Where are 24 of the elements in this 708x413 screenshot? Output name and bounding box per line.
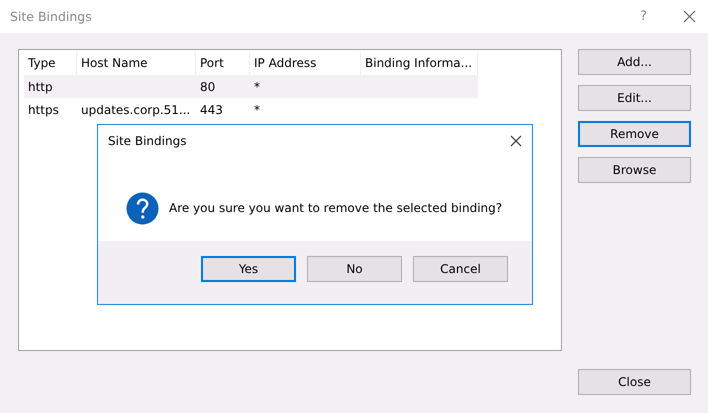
confirm-message: Are you sure you want to remove the selected binding? xyxy=(169,201,502,215)
dialog-title: Site Bindings xyxy=(108,134,186,148)
close-button[interactable]: Close xyxy=(578,369,691,395)
table-cell-text: 443 xyxy=(199,102,224,116)
window-title: Site Bindings xyxy=(10,9,93,24)
dialog-button[interactable]: Yes xyxy=(201,256,296,282)
action-button[interactable]: Browse xyxy=(578,157,691,183)
action-button[interactable]: Add... xyxy=(578,49,691,75)
binding-row[interactable]: http 80 * xyxy=(24,75,478,98)
dialog-button[interactable]: Cancel xyxy=(413,256,508,282)
table-cell-text: * xyxy=(253,80,261,94)
table-cell-text: 80 xyxy=(199,80,216,94)
table-cell-text: updates.corp.51... xyxy=(80,102,192,116)
table-cell-text: https xyxy=(27,102,60,116)
close-icon[interactable] xyxy=(510,135,522,147)
table-cell-text: http xyxy=(27,80,54,94)
help-button[interactable]: ? xyxy=(640,9,647,24)
question-icon xyxy=(126,192,159,224)
table-cell-text: * xyxy=(253,102,261,116)
action-button[interactable]: Edit... xyxy=(578,85,691,111)
action-button[interactable]: Remove xyxy=(578,121,691,147)
dialog-button[interactable]: No xyxy=(307,256,402,282)
close-icon[interactable] xyxy=(683,10,696,23)
binding-row[interactable]: https updates.corp.51... 443 * xyxy=(24,98,478,121)
